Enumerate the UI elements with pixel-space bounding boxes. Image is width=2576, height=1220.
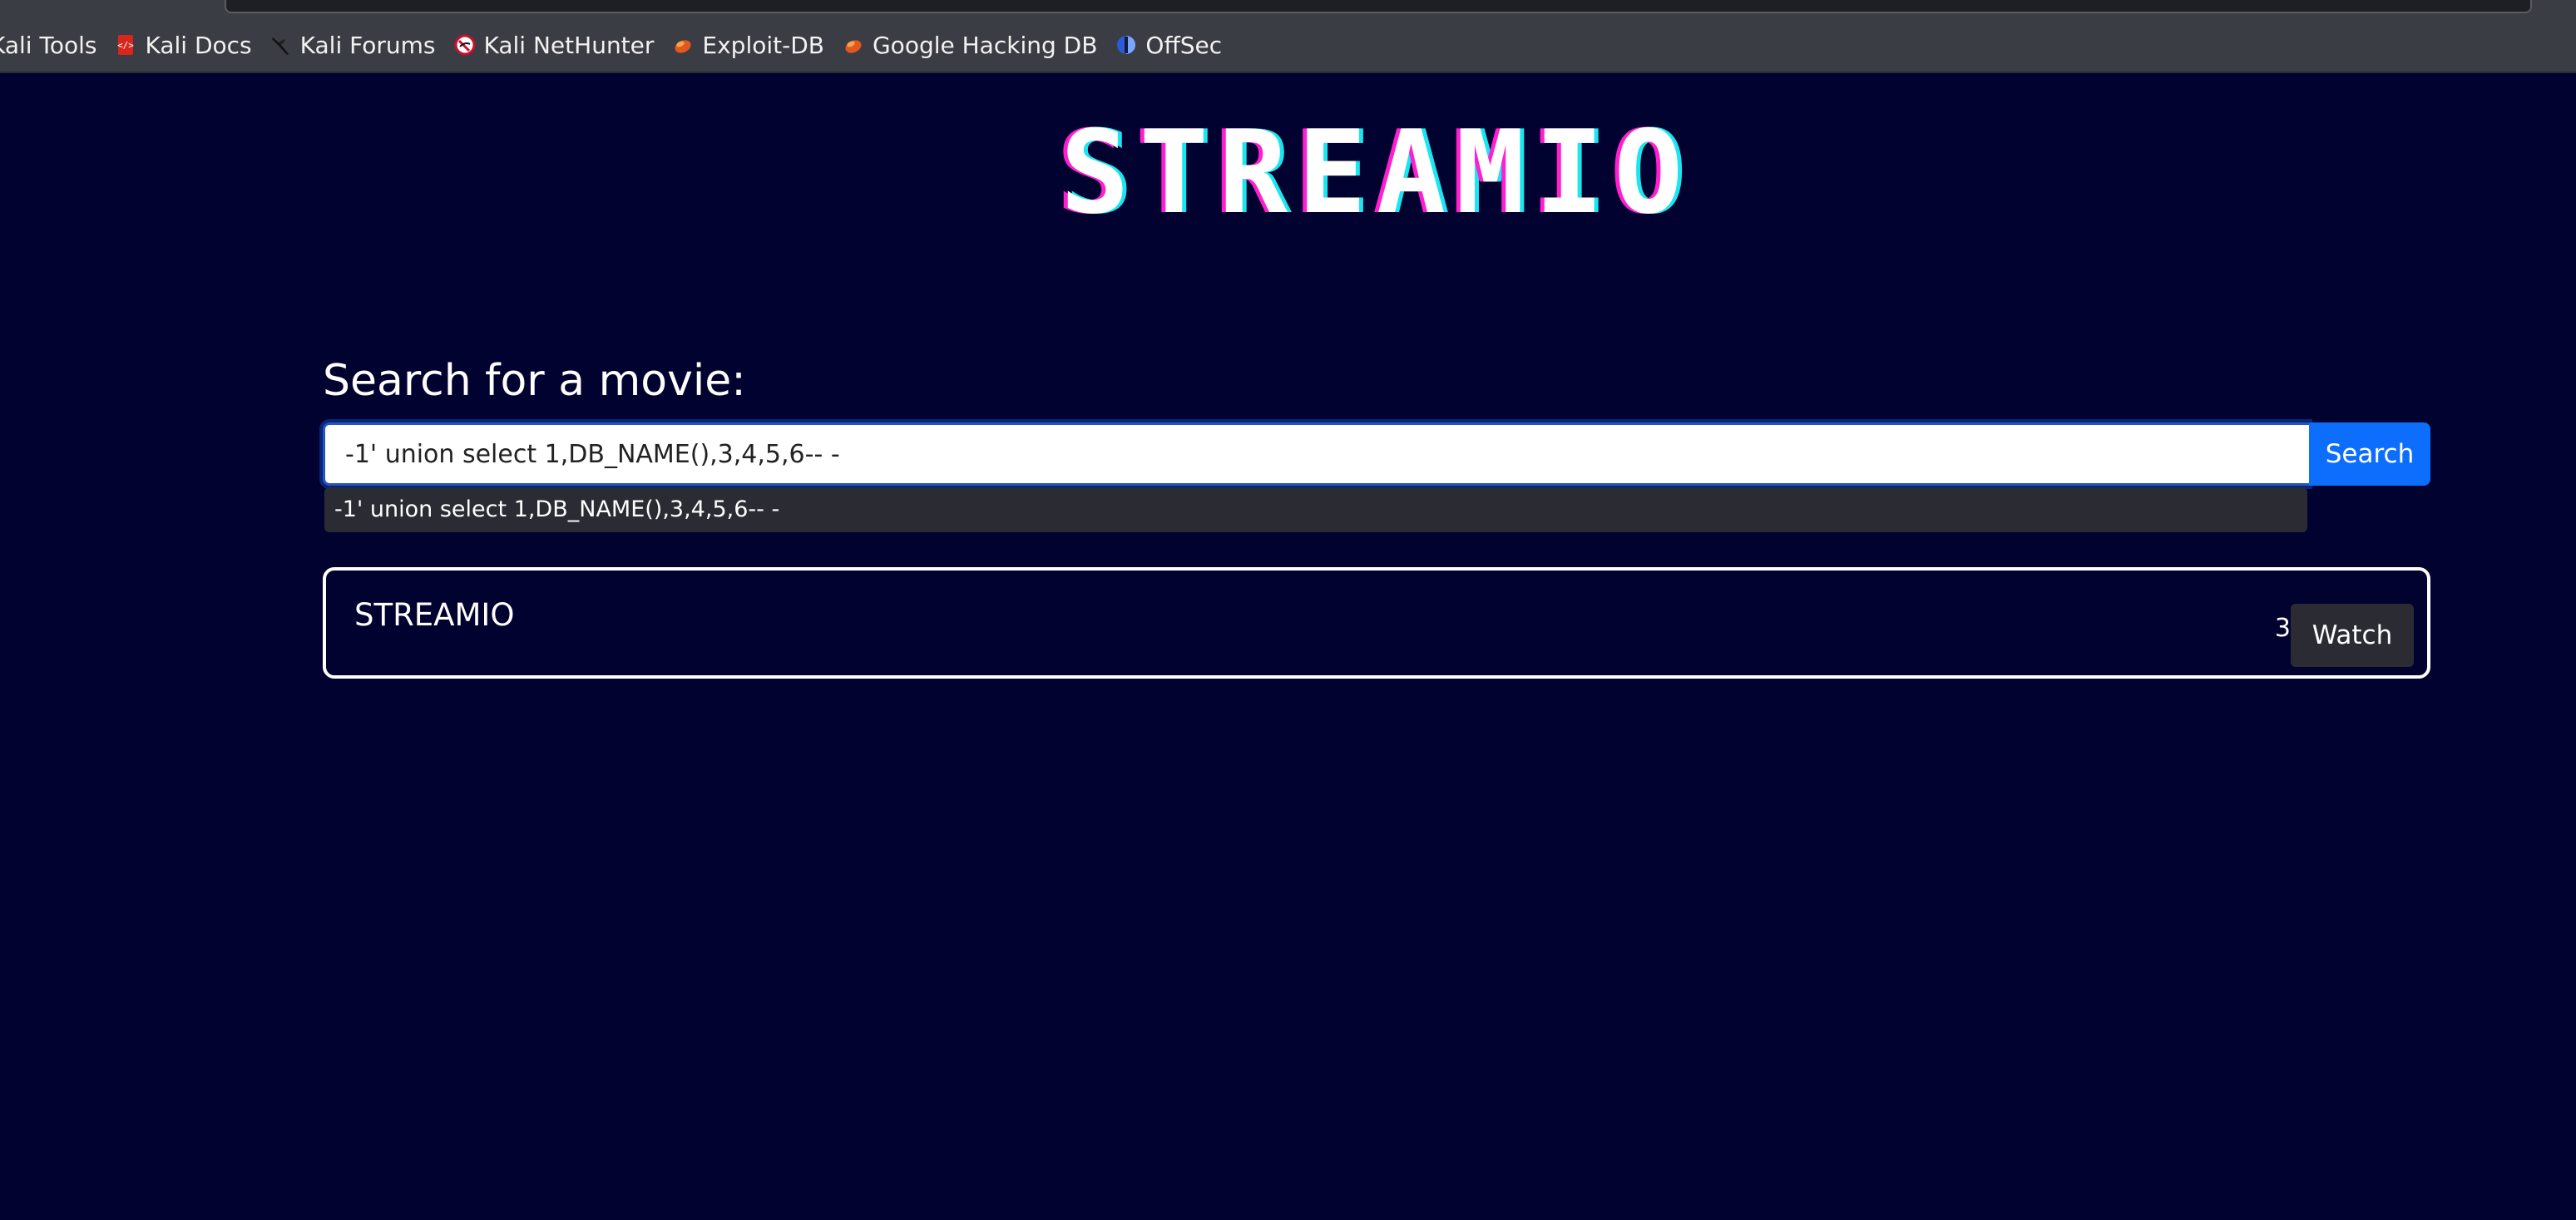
offsec-icon	[1115, 34, 1137, 56]
search-heading: Search for a movie:	[323, 356, 746, 406]
streamio-logo: STREAMIO	[1060, 106, 1693, 240]
bookmark-label: OffSec	[1145, 31, 1223, 59]
bookmark-offsec[interactable]: OffSec	[1115, 32, 1222, 59]
url-bar[interactable]	[225, 0, 2532, 13]
watch-button[interactable]: Watch	[2291, 604, 2414, 667]
google-hacking-db-icon	[843, 34, 864, 56]
browser-chrome: Kali Tools </> Kali Docs Kali Forums Kal…	[0, 0, 2576, 73]
search-form: Search	[319, 419, 2430, 489]
movie-year: 3	[2274, 614, 2291, 643]
bookmark-label: Kali Forums	[299, 31, 436, 59]
bookmark-kali-forums[interactable]: Kali Forums	[270, 32, 436, 59]
bookmark-label: Google Hacking DB	[872, 31, 1098, 59]
kali-forums-icon	[270, 34, 292, 56]
search-button[interactable]: Search	[2309, 422, 2430, 486]
bookmark-label: Exploit-DB	[702, 31, 824, 59]
svg-text:</>: </>	[118, 40, 135, 51]
bookmark-google-hacking-db[interactable]: Google Hacking DB	[843, 32, 1097, 59]
kali-docs-icon: </>	[115, 34, 136, 56]
bookmark-label: Kali NetHunter	[483, 31, 655, 59]
bookmark-kali-nethunter[interactable]: Kali NetHunter	[454, 31, 655, 59]
bookmark-label: Kali Docs	[145, 31, 252, 59]
bookmark-label: Kali Tools	[0, 31, 97, 59]
movie-title: STREAMIO	[354, 597, 515, 633]
movie-result-card: STREAMIO 3 Watch	[323, 567, 2430, 679]
bookmark-kali-docs[interactable]: </> Kali Docs	[115, 31, 252, 59]
kali-nethunter-icon	[454, 34, 476, 56]
bookmarks-toolbar: Kali Tools </> Kali Docs Kali Forums Kal…	[0, 28, 1240, 62]
bookmark-exploit-db[interactable]: Exploit-DB	[672, 32, 824, 59]
autocomplete-suggestion[interactable]: -1' union select 1,DB_NAME(),3,4,5,6-- -	[324, 487, 2307, 532]
bookmark-kali-tools[interactable]: Kali Tools	[0, 32, 96, 59]
exploit-db-icon	[672, 34, 694, 56]
search-input[interactable]	[319, 419, 2312, 489]
autocomplete-dropdown: -1' union select 1,DB_NAME(),3,4,5,6-- -	[324, 487, 2307, 532]
